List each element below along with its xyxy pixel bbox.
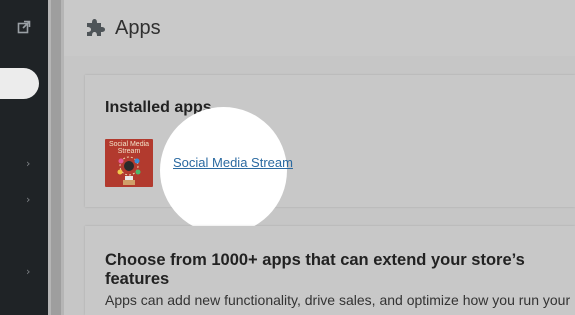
page-header: Apps [64, 0, 575, 56]
scrollbar-thumb[interactable] [51, 0, 61, 315]
installed-apps-card: Installed apps Social Media Stream [85, 75, 575, 207]
sidebar-active-item[interactable] [0, 68, 39, 99]
app-link-social-media-stream[interactable]: Social Media Stream [173, 155, 293, 171]
discover-apps-description: Apps can add new functionality, drive sa… [105, 292, 571, 308]
chevron-right-icon[interactable]: › [26, 158, 34, 169]
discover-apps-card: Choose from 1000+ apps that can extend y… [85, 226, 575, 315]
app-thumbnail[interactable]: Social Media Stream [105, 139, 153, 187]
chevron-right-icon[interactable]: › [26, 194, 34, 205]
discover-apps-heading: Choose from 1000+ apps that can extend y… [105, 251, 525, 288]
external-link-icon[interactable] [17, 20, 31, 34]
sidebar: › › › [0, 0, 48, 315]
puzzle-piece-icon [84, 16, 106, 38]
chevron-right-icon[interactable]: › [26, 266, 34, 277]
page-title: Apps [115, 17, 161, 39]
